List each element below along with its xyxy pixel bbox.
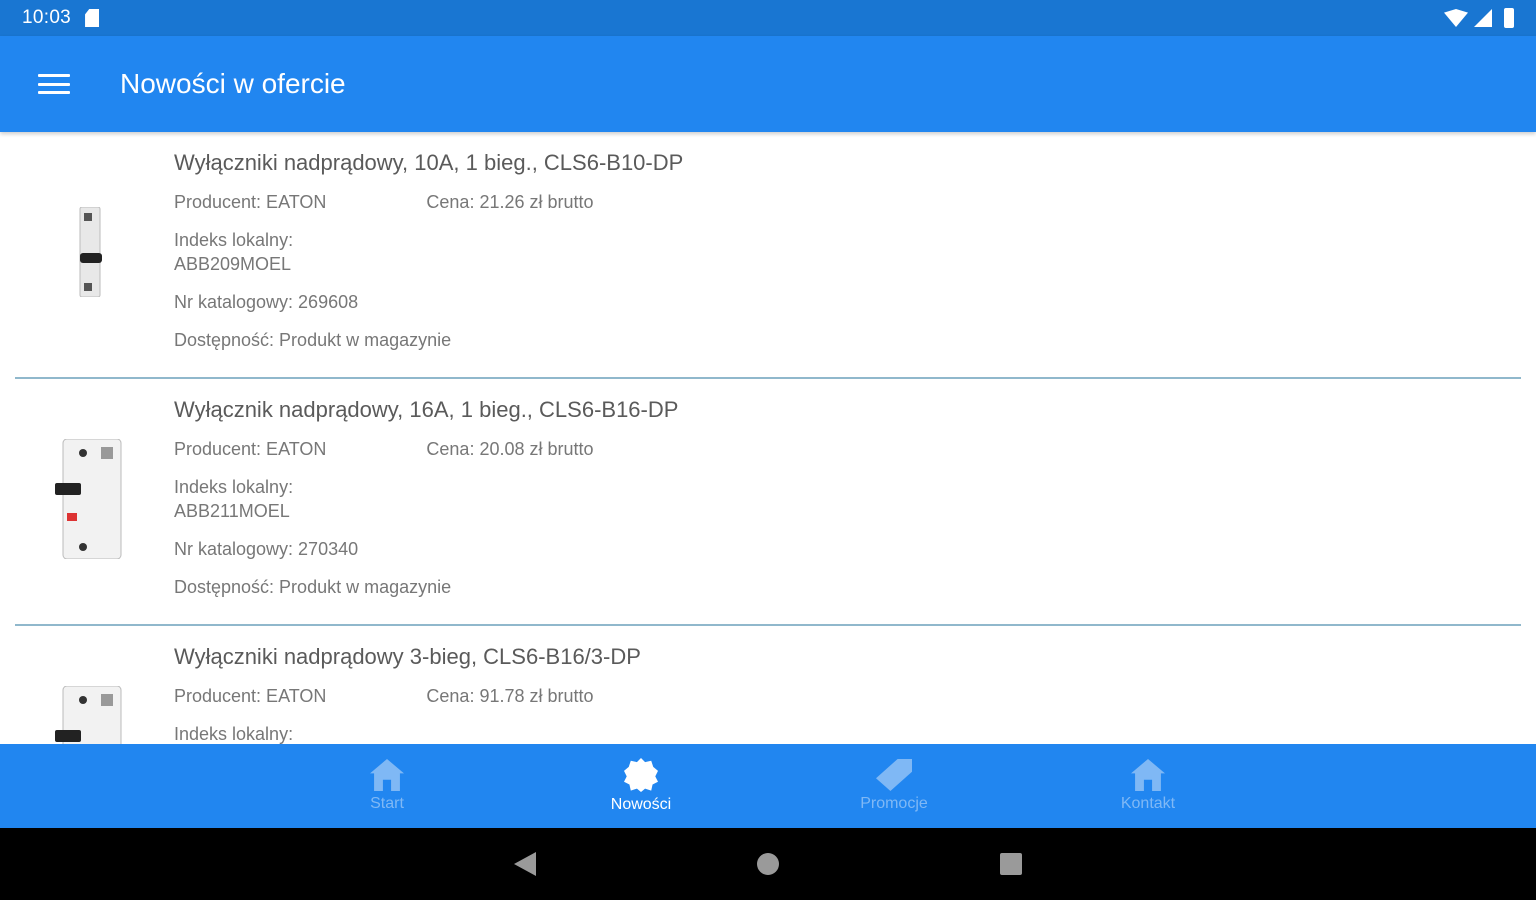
nav-item-promocje[interactable]: Promocje (814, 744, 974, 828)
home-icon (1131, 759, 1165, 791)
product-price: Cena: 21.26 zł brutto (426, 192, 594, 212)
menu-icon[interactable] (38, 72, 70, 96)
product-image (45, 192, 135, 312)
product-indeks-label: Indeks lokalny: (174, 724, 294, 744)
product-indeks-value: ABB211MOEL (174, 501, 290, 521)
product-indeks-label: Indeks lokalny: (174, 230, 294, 250)
product-name: Wyłącznik nadprądowy, 16A, 1 bieg., CLS6… (174, 397, 679, 422)
status-time: 10:03 (22, 7, 72, 28)
product-item[interactable]: Wyłączniki nadprądowy 3-bieg, CLS6-B16/3… (15, 626, 1521, 744)
product-producer: Producent: EATON (174, 686, 327, 706)
back-button[interactable] (514, 852, 536, 876)
product-availability: Dostępność: Produkt w magazynie (174, 577, 452, 597)
nav-label: Start (370, 795, 404, 812)
battery-icon (1504, 8, 1514, 28)
product-list[interactable]: Wyłączniki nadprądowy, 10A, 1 bieg., CLS… (0, 132, 1536, 744)
nav-item-start[interactable]: Start (307, 744, 467, 828)
home-button[interactable] (757, 853, 779, 875)
page-title: Nowości w ofercie (120, 68, 346, 99)
product-availability: Dostępność: Produkt w magazynie (174, 330, 452, 350)
product-indeks-label: Indeks lokalny: (174, 477, 294, 497)
nav-label: Kontakt (1120, 795, 1176, 812)
nav-label: Promocje (860, 795, 928, 812)
recents-button[interactable] (1000, 853, 1022, 875)
bottom-navigation: Start Nowości Promocje Kontakt (0, 744, 1536, 828)
product-price: Cena: 91.78 zł brutto (426, 686, 594, 706)
nav-item-nowosci[interactable]: Nowości (561, 744, 721, 828)
product-image (45, 439, 135, 559)
product-item[interactable]: Wyłącznik nadprądowy, 16A, 1 bieg., CLS6… (15, 379, 1521, 626)
sd-card-icon (85, 9, 100, 27)
home-icon (370, 759, 404, 791)
signal-icon (1474, 9, 1492, 27)
status-icons (1444, 8, 1514, 28)
product-name: Wyłączniki nadprądowy, 10A, 1 bieg., CLS… (174, 150, 684, 175)
wifi-icon (1444, 9, 1468, 27)
product-producer: Producent: EATON (174, 192, 327, 212)
system-navigation-bar (0, 828, 1536, 900)
product-indeks-value: ABB209MOEL (174, 254, 292, 274)
product-catalog-number: Nr katalogowy: 269608 (174, 292, 359, 312)
status-bar: 10:03 (0, 0, 1536, 36)
product-image (45, 686, 135, 744)
nav-item-kontakt[interactable]: Kontakt (1068, 744, 1228, 828)
app-bar: Nowości w ofercie (0, 36, 1536, 132)
product-name: Wyłączniki nadprądowy 3-bieg, CLS6-B16/3… (174, 644, 641, 669)
tag-icon (876, 759, 912, 791)
product-item[interactable]: Wyłączniki nadprądowy, 10A, 1 bieg., CLS… (15, 132, 1521, 379)
product-catalog-number: Nr katalogowy: 270340 (174, 539, 359, 559)
nav-label: Nowości (610, 796, 672, 813)
product-price: Cena: 20.08 zł brutto (426, 439, 594, 459)
new-badge-icon (624, 758, 658, 792)
product-producer: Producent: EATON (174, 439, 327, 459)
